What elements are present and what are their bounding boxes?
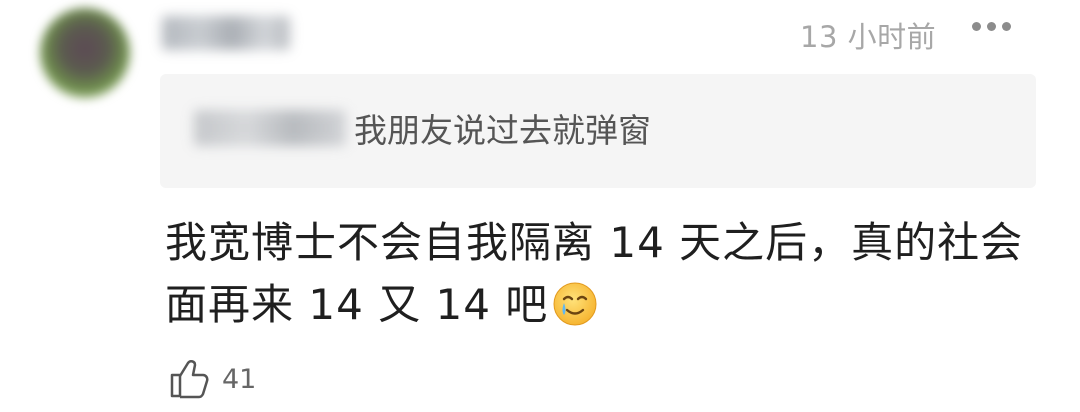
comment-body: 我宽博士不会自我隔离 14 天之后，真的社会 面再来 14 又 14 吧 — [165, 212, 1025, 336]
thumbs-up-icon — [170, 360, 209, 399]
comment-item: 13 小时前 我朋友说过去就弹窗 我宽博士不会自我隔离 14 天之后，真的社会 … — [0, 0, 1080, 412]
comment-body-line-2-text: 面再来 14 又 14 吧 — [165, 280, 549, 329]
more-dot — [987, 22, 996, 31]
quoted-reply[interactable]: 我朋友说过去就弹窗 — [160, 74, 1036, 188]
comment-body-line-1: 我宽博士不会自我隔离 14 天之后，真的社会 — [165, 218, 1024, 267]
quote-author-blurred — [194, 110, 346, 146]
more-dots-icon[interactable] — [972, 22, 1011, 31]
more-dot — [972, 22, 981, 31]
comment-time: 13 小时前 — [800, 20, 937, 54]
like-count: 41 — [222, 363, 257, 395]
quote-text: 我朋友说过去就弹窗 — [354, 111, 651, 150]
comment-body-line-2: 面再来 14 又 14 吧 — [165, 274, 1025, 336]
more-dot — [1002, 22, 1011, 31]
like-button[interactable]: 41 — [166, 356, 256, 402]
crying-smile-emoji-icon — [552, 281, 598, 327]
avatar[interactable] — [40, 8, 130, 98]
username-blurred[interactable] — [162, 16, 290, 50]
